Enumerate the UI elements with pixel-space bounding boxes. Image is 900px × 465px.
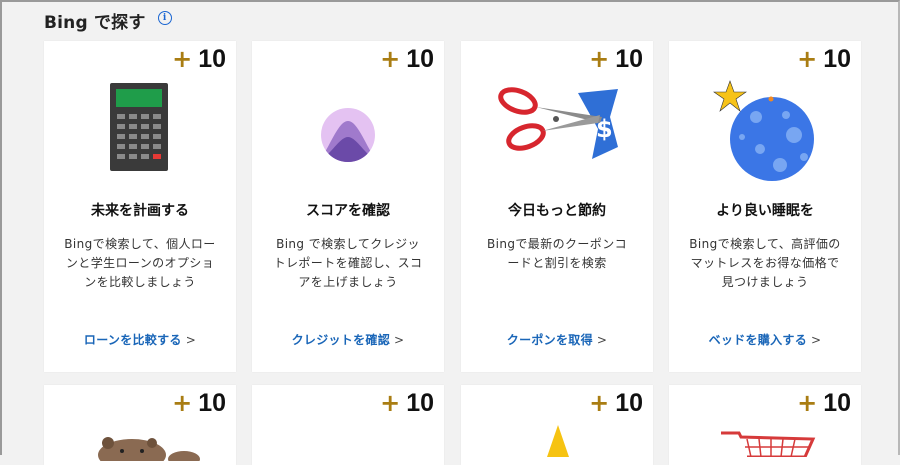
info-icon[interactable]: i [157, 10, 172, 25]
cone-icon [547, 425, 569, 457]
plus-sign: + [172, 45, 193, 73]
card-title: 今日もっと節約 [508, 203, 606, 219]
chevron-right-icon: > [811, 333, 822, 347]
plus-sign: + [172, 389, 193, 417]
chevron-right-icon: > [185, 333, 197, 347]
link-label: クーポンを取得 [506, 333, 593, 347]
calculator-icon [44, 77, 236, 197]
shopping-cart-icon [721, 431, 816, 457]
points-value: 10 [823, 389, 851, 417]
card-description: Bingで最新のクーポンコードと割引を検索 [487, 237, 627, 270]
points-badge: + 10 [380, 389, 434, 418]
section-title: Bing で探す [44, 13, 146, 33]
points-value: 10 [406, 45, 434, 73]
card-description: Bing で検索してクレジットレポートを確認し、スコアを上げましょう [273, 237, 423, 289]
card-better-sleep[interactable]: + 10 より良い睡眠を Bingで検索して、高評価のマットレスをお得な価格で見… [669, 41, 861, 372]
points-badge: + 10 [797, 45, 851, 74]
card-plan-future[interactable]: + 10 未来を計画する Bingで検索して、個人ローンと学生ローンのオプション… [44, 41, 236, 372]
link-label: ローンを比較する [83, 333, 182, 347]
points-value: 10 [615, 45, 643, 73]
points-value: 10 [823, 45, 851, 73]
compare-loans-link[interactable]: ローンを比較する > [44, 331, 236, 348]
moon-star-icon [669, 77, 861, 197]
card-row2-1[interactable]: + 10 [44, 385, 236, 465]
check-credit-link[interactable]: クレジットを確認 > [252, 331, 444, 348]
card-row2-2[interactable]: + 10 [252, 385, 444, 465]
card-title: より良い睡眠を [716, 203, 814, 219]
card-title: スコアを確認 [306, 203, 390, 219]
plus-sign: + [797, 45, 818, 73]
card-check-score[interactable]: + 10 スコアを確認 Bing で検索してクレジットレポートを確認し、スコアを… [252, 41, 444, 372]
get-coupons-link[interactable]: クーポンを取得 > [461, 331, 653, 348]
plus-sign: + [380, 389, 401, 417]
points-badge: + 10 [589, 45, 643, 74]
points-value: 10 [198, 389, 226, 417]
points-value: 10 [198, 45, 226, 73]
points-badge: + 10 [172, 389, 226, 418]
scissors-coupon-icon: $ [461, 77, 653, 197]
card-description: Bingで検索して、高評価のマットレスをお得な価格で見つけましょう [689, 237, 841, 289]
card-row2-3[interactable]: + 10 [461, 385, 653, 465]
chevron-right-icon: > [596, 333, 608, 347]
link-label: クレジットを確認 [291, 333, 391, 347]
points-value: 10 [615, 389, 643, 417]
link-label: ベッドを購入する [708, 333, 808, 347]
plus-sign: + [380, 45, 401, 73]
card-description: Bingで検索して、個人ローンと学生ローンのオプションを比較しましょう [64, 237, 216, 289]
points-value: 10 [406, 389, 434, 417]
plus-sign: + [589, 45, 610, 73]
plus-sign: + [797, 389, 818, 417]
card-title: 未来を計画する [91, 203, 189, 219]
mountain-circle-icon [252, 77, 444, 197]
points-badge: + 10 [172, 45, 226, 74]
chevron-right-icon: > [394, 333, 405, 347]
section-header: Bing で探す i [44, 8, 172, 33]
points-badge: + 10 [797, 389, 851, 418]
card-row2-4[interactable]: + 10 [669, 385, 861, 465]
points-badge: + 10 [589, 389, 643, 418]
points-badge: + 10 [380, 45, 434, 74]
card-save-today[interactable]: + 10 $ 今日もっと節約 Bingで最新のクーポンコードと割引を検索 クーポ… [461, 41, 653, 372]
plus-sign: + [589, 389, 610, 417]
buy-bed-link[interactable]: ベッドを購入する > [669, 331, 861, 348]
